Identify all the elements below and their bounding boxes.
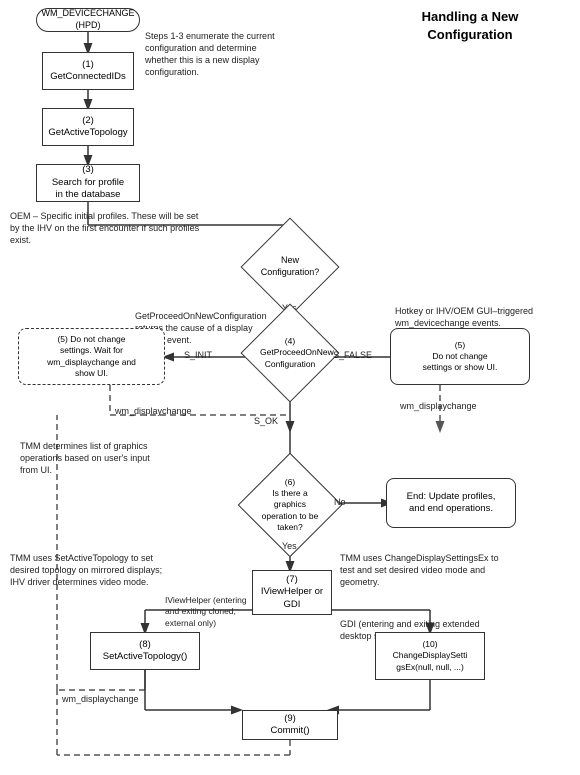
box10-node: (10) ChangeDisplaySetti gsEx(null, null,…: [375, 632, 485, 680]
get-proceed-diamond: (4) GetProceedOnNew Configuration: [255, 318, 325, 388]
tmm-change-annotation: TMM uses ChangeDisplaySettingsEx to test…: [340, 552, 515, 588]
box7-node: (7) IViewHelper or GDI: [252, 570, 332, 615]
new-config-diamond: New Configuration?: [255, 232, 325, 302]
box9-node: (9) Commit(): [242, 710, 338, 740]
tmm-list-annotation: TMM determines list of graphics operatio…: [20, 440, 170, 476]
s-false-label: S_FALSE: [333, 349, 372, 361]
diagram-container: Handling a New Configuration: [0, 0, 580, 775]
box5-left-node: (5) Do not change settings. Wait for wm_…: [18, 328, 165, 385]
s-init-label: S_INIT: [184, 349, 212, 361]
wm-displaychange-label3: wm_displaychange: [62, 693, 139, 705]
hotkey-annotation: Hotkey or IHV/OEM GUI–triggered wm_devic…: [395, 305, 535, 329]
yes2-label: Yes: [282, 540, 297, 552]
box11-node: End: Update profiles, and end operations…: [386, 478, 516, 528]
wm-displaychange-label1: wm_displaychange: [115, 405, 192, 417]
graphics-diamond: (6) Is there a graphics operation to be …: [253, 468, 327, 542]
box3-node: (3) Search for profile in the database: [36, 164, 140, 202]
wm-displaychange-label2: wm_displaychange: [400, 400, 477, 412]
iviewhelper-annotation: IViewHelper (entering and exiting cloned…: [165, 595, 255, 629]
wm-devicechange-node: WM_DEVICECHANGE (HPD): [36, 8, 140, 32]
box2-node: (2) GetActiveTopology: [42, 108, 134, 146]
box1-node: (1) GetConnectedIDs: [42, 52, 134, 90]
oem-annotation: OEM – Specific initial profiles. These w…: [10, 210, 210, 246]
s-ok-label: S_OK: [254, 415, 278, 427]
steps-annotation: Steps 1-3 enumerate the current configur…: [145, 30, 285, 79]
box5-right-node: (5) Do not change settings or show UI.: [390, 328, 530, 385]
box8-node: (8) SetActiveTopology(): [90, 632, 200, 670]
tmm-set-annotation: TMM uses SetActiveTopology to set desire…: [10, 552, 165, 588]
no-label: No: [334, 496, 346, 508]
